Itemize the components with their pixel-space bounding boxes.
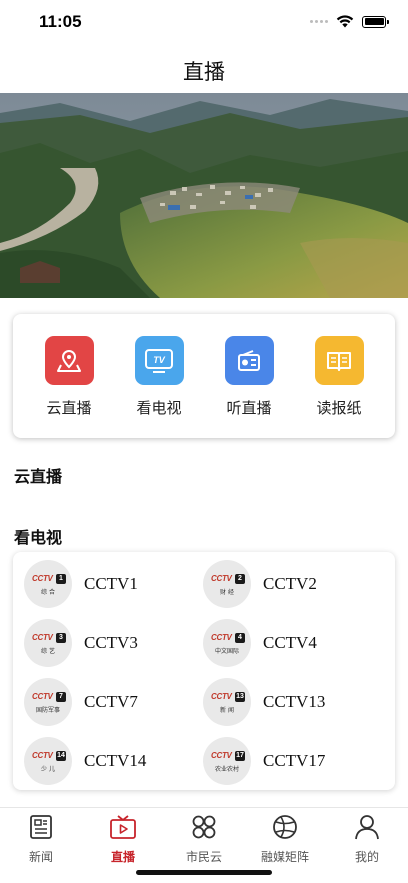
service-label: 看电视 <box>136 399 182 417</box>
service-label: 读报纸 <box>316 399 362 417</box>
channel-item-cctv2[interactable]: CCTV 2 财 经 CCTV2 <box>203 559 317 609</box>
service-read-paper[interactable]: 读报纸 <box>294 336 384 418</box>
service-cloud-live[interactable]: 云直播 <box>24 336 114 418</box>
news-icon <box>30 815 52 839</box>
tab-media-matrix[interactable]: 融媒矩阵 <box>250 812 320 865</box>
page-title: 直播 <box>183 60 225 84</box>
home-indicator <box>136 870 272 875</box>
tab-label: 新闻 <box>28 850 53 864</box>
channel-name: CCTV14 <box>84 751 147 770</box>
status-time: 11:05 <box>39 12 82 31</box>
service-label: 云直播 <box>46 399 92 417</box>
cctv-logo-icon: CCTV 1 综 合 <box>24 560 72 608</box>
live-tv-icon <box>110 815 136 839</box>
tab-label: 融媒矩阵 <box>260 850 309 864</box>
svg-text:TV: TV <box>153 355 165 365</box>
signal-icon <box>310 20 328 23</box>
tab-citizen-cloud[interactable]: 市民云 <box>169 812 239 865</box>
cctv-logo-icon: CCTV 13 新 闻 <box>203 678 251 726</box>
section-title-watch-tv: 看电视 <box>14 528 63 547</box>
channel-item-cctv3[interactable]: CCTV 3 综 艺 CCTV3 <box>24 618 138 668</box>
tab-label: 直播 <box>110 850 135 864</box>
channel-item-cctv4[interactable]: CCTV 4 中文国际 CCTV4 <box>203 618 317 668</box>
tab-bar: 新闻 直播 市民云 融媒矩阵 我的 <box>0 807 408 883</box>
cctv-logo-icon: CCTV 3 综 艺 <box>24 619 72 667</box>
book-icon <box>314 336 364 385</box>
channel-name: CCTV3 <box>84 633 138 652</box>
channel-name: CCTV7 <box>84 692 138 711</box>
service-card: 云直播 TV 看电视 听直播 读报纸 <box>13 314 395 438</box>
channel-item-cctv14[interactable]: CCTV 14 少 儿 CCTV14 <box>24 736 146 786</box>
service-label: 听直播 <box>226 399 272 417</box>
channel-item-cctv7[interactable]: CCTV 7 国防军事 CCTV7 <box>24 677 138 727</box>
channel-name: CCTV1 <box>84 574 138 593</box>
channel-name: CCTV13 <box>263 692 326 711</box>
service-listen-live[interactable]: 听直播 <box>204 336 294 418</box>
tab-news[interactable]: 新闻 <box>6 812 76 865</box>
channel-name: CCTV2 <box>263 574 317 593</box>
channel-item-cctv13[interactable]: CCTV 13 新 闻 CCTV13 <box>203 677 325 727</box>
status-bar: 11:05 <box>0 0 408 44</box>
cctv-logo-icon: CCTV 4 中文国际 <box>203 619 251 667</box>
cctv-logo-icon: CCTV 2 财 经 <box>203 560 251 608</box>
tab-label: 我的 <box>354 850 379 864</box>
tab-label: 市民云 <box>185 850 222 864</box>
tv-icon: TV <box>134 336 184 385</box>
channel-list: CCTV 1 综 合 CCTV1 CCTV 2 财 经 CCTV2 CCTV 3 综 艺 C… <box>13 552 395 790</box>
channel-name: CCTV17 <box>263 751 326 770</box>
cctv-logo-icon: CCTV 7 国防军事 <box>24 678 72 726</box>
radio-icon <box>224 336 274 385</box>
status-icons <box>310 15 389 28</box>
service-watch-tv[interactable]: TV 看电视 <box>114 336 204 418</box>
cctv-logo-icon: CCTV 14 少 儿 <box>24 737 72 785</box>
grid-icon <box>192 815 216 839</box>
cctv-logo-icon: CCTV 17 农业农村 <box>203 737 251 785</box>
section-title-cloud-live: 云直播 <box>14 467 63 486</box>
tab-live[interactable]: 直播 <box>88 812 158 865</box>
banner-image[interactable] <box>0 93 408 298</box>
user-icon <box>355 815 379 840</box>
location-pin-icon <box>44 336 94 385</box>
tab-mine[interactable]: 我的 <box>332 812 402 865</box>
channel-item-cctv1[interactable]: CCTV 1 综 合 CCTV1 <box>24 559 138 609</box>
wifi-icon <box>336 15 354 28</box>
channel-name: CCTV4 <box>263 633 317 652</box>
matrix-icon <box>273 815 297 839</box>
channel-item-cctv17[interactable]: CCTV 17 农业农村 CCTV17 <box>203 736 325 786</box>
battery-icon <box>362 15 389 28</box>
